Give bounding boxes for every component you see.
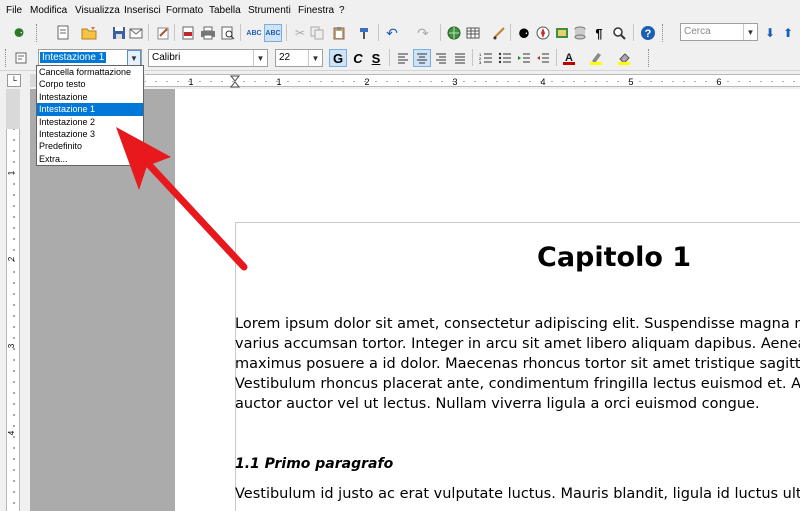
red-arrow-icon [116, 127, 248, 271]
writer-window: File Modifica Visualizza Inserisci Forma… [0, 0, 800, 511]
